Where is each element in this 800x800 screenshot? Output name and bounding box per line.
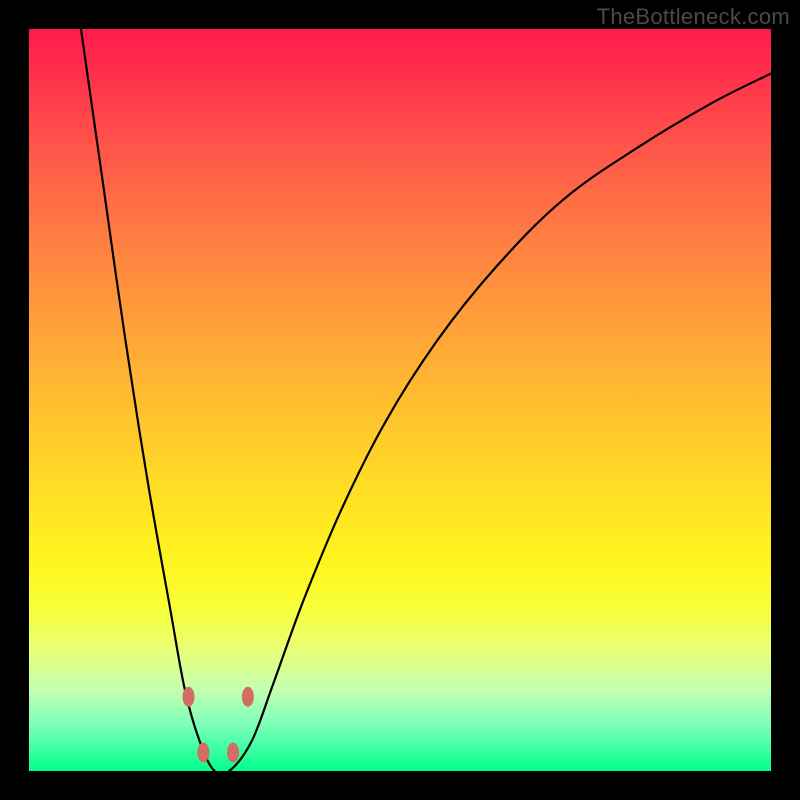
bottleneck-curve	[29, 29, 771, 771]
chart-area	[29, 29, 771, 771]
curve-marker	[197, 742, 209, 762]
attribution-text: TheBottleneck.com	[597, 4, 790, 30]
curve-marker	[227, 742, 239, 762]
curve-line	[81, 29, 771, 771]
curve-marker	[183, 687, 195, 707]
curve-marker	[242, 687, 254, 707]
